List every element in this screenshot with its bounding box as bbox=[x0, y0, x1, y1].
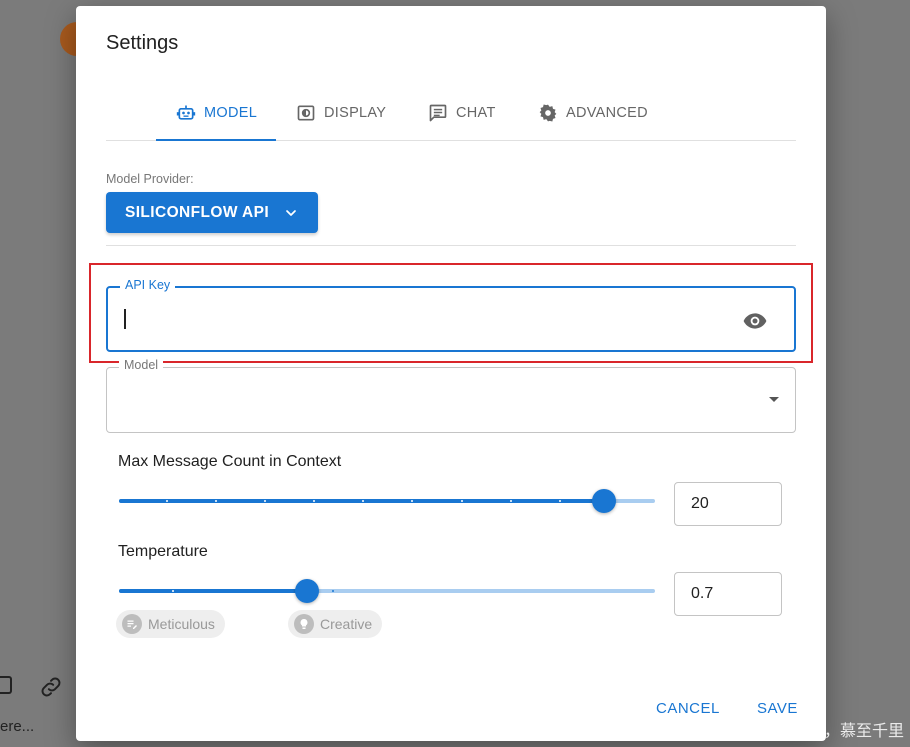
save-button[interactable]: SAVE bbox=[757, 700, 798, 717]
gear-icon bbox=[539, 104, 557, 122]
meticulous-chip: Meticulous bbox=[116, 610, 225, 638]
max-message-count-label: Max Message Count in Context bbox=[118, 453, 342, 470]
file-icon[interactable] bbox=[0, 676, 12, 694]
slider-thumb[interactable] bbox=[294, 579, 319, 603]
text-cursor bbox=[124, 309, 126, 329]
settings-dialog: Settings MODEL DISPLAY CHAT ADVANCED Mod… bbox=[76, 6, 826, 741]
temperature-slider[interactable] bbox=[119, 579, 655, 603]
slider-track bbox=[119, 589, 307, 593]
slider-mark bbox=[509, 500, 512, 502]
settings-tabs: MODEL DISPLAY CHAT ADVANCED bbox=[106, 86, 796, 141]
slider-mark bbox=[171, 590, 174, 592]
link-icon[interactable] bbox=[38, 674, 64, 700]
robot-icon bbox=[176, 105, 196, 120]
temperature-input[interactable]: 0.7 bbox=[674, 572, 782, 616]
watermark: CSDN @积跬步，慕至千里 bbox=[709, 721, 904, 740]
lightbulb-icon bbox=[294, 614, 314, 634]
max-message-count-slider[interactable] bbox=[119, 489, 655, 513]
tab-advanced[interactable]: ADVANCED bbox=[538, 86, 648, 140]
slider-thumb[interactable] bbox=[592, 489, 617, 513]
model-provider-value: SILICONFLOW API bbox=[124, 203, 270, 221]
pen-list-icon bbox=[122, 614, 142, 634]
message-input-placeholder: ere... bbox=[0, 718, 35, 735]
chevron-down-icon bbox=[286, 209, 296, 216]
dialog-title: Settings bbox=[106, 32, 179, 54]
tab-display[interactable]: DISPLAY bbox=[296, 86, 386, 140]
slider-mark bbox=[460, 500, 463, 502]
section-divider bbox=[106, 245, 796, 246]
chat-icon bbox=[429, 104, 447, 122]
eye-icon[interactable] bbox=[742, 308, 768, 334]
model-provider-label: Model Provider: bbox=[106, 172, 194, 186]
tab-display-label: DISPLAY bbox=[324, 105, 387, 121]
slider-mark bbox=[558, 500, 561, 502]
model-label: Model bbox=[119, 358, 164, 372]
active-tab-indicator bbox=[156, 139, 276, 141]
model-select[interactable]: Model bbox=[106, 358, 796, 433]
dropdown-arrow-icon[interactable] bbox=[769, 397, 779, 402]
meticulous-label: Meticulous bbox=[148, 616, 215, 632]
creative-label: Creative bbox=[320, 616, 373, 632]
max-message-count-input[interactable]: 20 bbox=[674, 482, 782, 526]
api-key-label: API Key bbox=[120, 278, 176, 292]
tab-chat-label: CHAT bbox=[456, 105, 496, 121]
temperature-label: Temperature bbox=[118, 543, 208, 560]
tab-chat[interactable]: CHAT bbox=[428, 86, 496, 140]
creative-chip: Creative bbox=[288, 610, 383, 638]
api-key-field[interactable]: API Key bbox=[106, 278, 796, 352]
cancel-button[interactable]: CANCEL bbox=[656, 700, 720, 717]
tab-model-label: MODEL bbox=[204, 105, 258, 121]
display-icon bbox=[297, 105, 315, 121]
tab-model[interactable]: MODEL bbox=[176, 86, 257, 140]
tab-advanced-label: ADVANCED bbox=[566, 105, 648, 121]
model-provider-select[interactable]: SILICONFLOW API bbox=[106, 192, 318, 233]
